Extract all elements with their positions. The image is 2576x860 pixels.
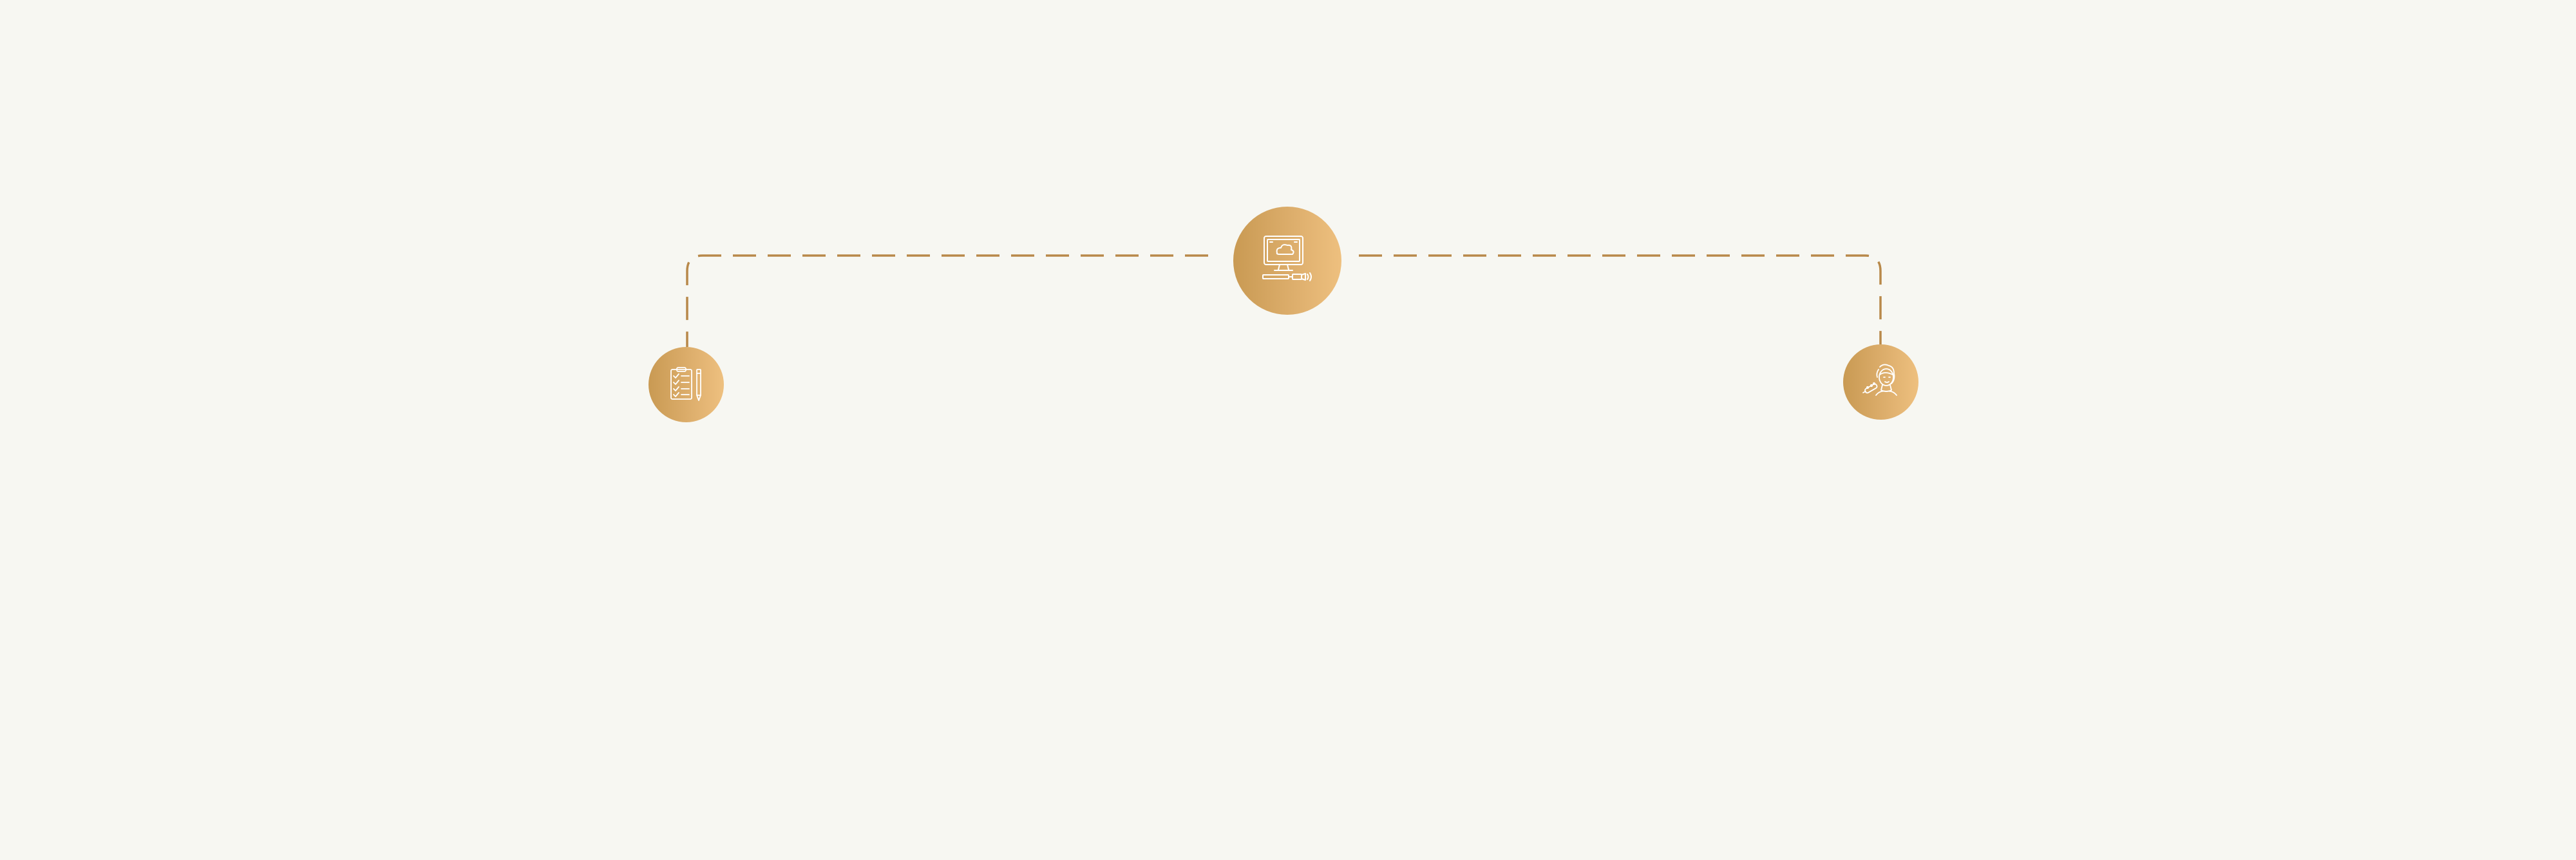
- connector-right-branch: [1359, 254, 1882, 344]
- node-checklist: [649, 347, 724, 422]
- process-diagram: [0, 0, 2576, 860]
- computer-ultrasound-icon: [1262, 236, 1312, 281]
- facial-treatment-icon: [1862, 364, 1897, 396]
- node-facial-treatment: [1843, 344, 1918, 420]
- checklist-clipboard-icon: [670, 366, 701, 401]
- connector-left-branch: [686, 254, 1208, 347]
- node-computer: [1233, 207, 1341, 315]
- dashed-connector: [686, 254, 1882, 347]
